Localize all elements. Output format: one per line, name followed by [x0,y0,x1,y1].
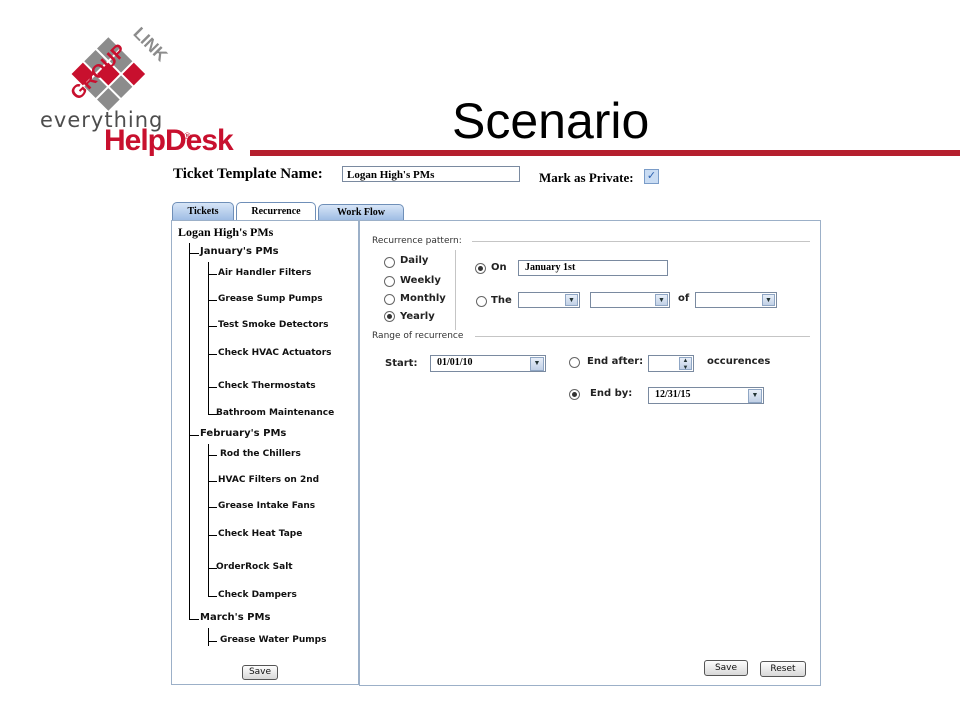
monthly-label: Monthly [400,293,446,304]
range-of-recurrence-label: Range of recurrence [372,331,464,341]
tree-connector [208,535,217,536]
tree-connector [208,274,217,275]
tree-item[interactable]: Rod the Chillers [220,449,301,459]
start-label: Start: [385,358,418,369]
the-label: The [491,295,512,306]
chevron-down-icon[interactable]: ▼ [762,294,775,306]
logo-link-text: LINK [130,24,172,66]
tree-item[interactable]: OrderRock Salt [216,562,293,572]
tree-connector [208,326,217,327]
template-name-label: Ticket Template Name: [173,166,323,182]
monthly-radio[interactable] [384,294,395,305]
weekly-radio[interactable] [384,276,395,287]
recurrence-panel [359,220,821,686]
tree-connector [208,387,217,388]
on-label: On [491,262,507,273]
slide-title: Scenario [452,93,650,149]
template-name-input[interactable]: Logan High's PMs [342,166,520,182]
tree-connector [208,455,217,456]
start-date-select[interactable]: 01/01/10 [430,355,546,372]
occurrences-stepper[interactable]: ▲ ▼ [648,355,694,372]
tree-folder-february[interactable]: February's PMs [200,428,286,439]
tree-item[interactable]: Grease Intake Fans [218,501,315,511]
tree-connector [208,300,217,301]
tree-connector [189,619,199,620]
occurrences-label: occurences [707,356,771,367]
the-radio[interactable] [476,296,487,307]
tree-item[interactable]: Grease Sump Pumps [218,294,323,304]
save-button[interactable]: Save [704,660,748,676]
tab-work-flow[interactable]: Work Flow [318,204,404,220]
title-underline [250,150,960,156]
tab-tickets[interactable]: Tickets [172,202,234,220]
weekly-label: Weekly [400,275,441,286]
grouplink-logo: GROUP LINK [67,24,172,111]
end-by-date-select[interactable]: 12/31/15 [648,387,764,404]
tree-root-label[interactable]: Logan High's PMs [178,225,273,240]
stepper-arrows-icon[interactable]: ▲ ▼ [679,357,692,371]
tree-connector [208,596,217,597]
tree-item[interactable]: Check Thermostats [218,381,316,391]
tree-item[interactable]: Check Heat Tape [218,529,302,539]
tree-item[interactable]: HVAC Filters on 2nd [218,475,319,485]
end-by-radio[interactable] [569,389,580,400]
recurrence-pattern-label: Recurrence pattern: [372,236,462,246]
logo-trademark: ® [184,131,191,141]
tree-connector [208,628,209,646]
tree-item[interactable]: Bathroom Maintenance [216,408,334,418]
chevron-down-icon[interactable]: ▼ [530,357,544,371]
tree-connector [208,354,217,355]
tree-connector [208,481,217,482]
tree-save-button[interactable]: Save [242,665,278,680]
weekday-select[interactable]: ▼ [590,292,670,308]
ordinal-select[interactable]: ▼ [518,292,580,308]
section-divider [475,336,810,337]
of-label: of [678,293,690,304]
yearly-radio[interactable] [384,311,395,322]
reset-button[interactable]: Reset [760,661,806,677]
tree-connector [208,507,217,508]
daily-radio[interactable] [384,257,395,268]
on-date-radio[interactable] [475,263,486,274]
tab-recurrence[interactable]: Recurrence [236,202,316,221]
mark-private-checkbox[interactable]: ✓ [644,169,659,184]
month-select[interactable]: ▼ [695,292,777,308]
tree-item[interactable]: Grease Water Pumps [220,635,326,645]
tree-connector [189,243,190,619]
tree-item[interactable]: Check HVAC Actuators [218,348,332,358]
on-date-input[interactable]: January 1st [518,260,668,276]
end-after-radio[interactable] [569,357,580,368]
end-by-label: End by: [590,388,633,399]
logo-product-name: HelpDesk [104,124,234,157]
chevron-down-icon[interactable]: ▼ [748,389,762,403]
tree-connector [208,262,209,414]
tree-folder-march[interactable]: March's PMs [200,612,270,623]
mark-private-label: Mark as Private: [539,170,634,185]
tree-item[interactable]: Air Handler Filters [218,268,311,278]
tree-folder-january[interactable]: January's PMs [200,246,279,257]
pattern-divider [455,250,456,330]
tree-connector [189,253,199,254]
tree-connector [208,444,209,597]
tree-item[interactable]: Check Dampers [218,590,297,600]
yearly-label: Yearly [400,311,435,322]
daily-label: Daily [400,255,429,266]
chevron-down-icon[interactable]: ▼ [655,294,668,306]
chevron-down-icon[interactable]: ▼ [565,294,578,306]
end-after-label: End after: [587,356,644,367]
tree-item[interactable]: Test Smoke Detectors [218,320,328,330]
tree-connector [208,641,217,642]
tree-connector [189,435,199,436]
section-divider [472,241,810,242]
